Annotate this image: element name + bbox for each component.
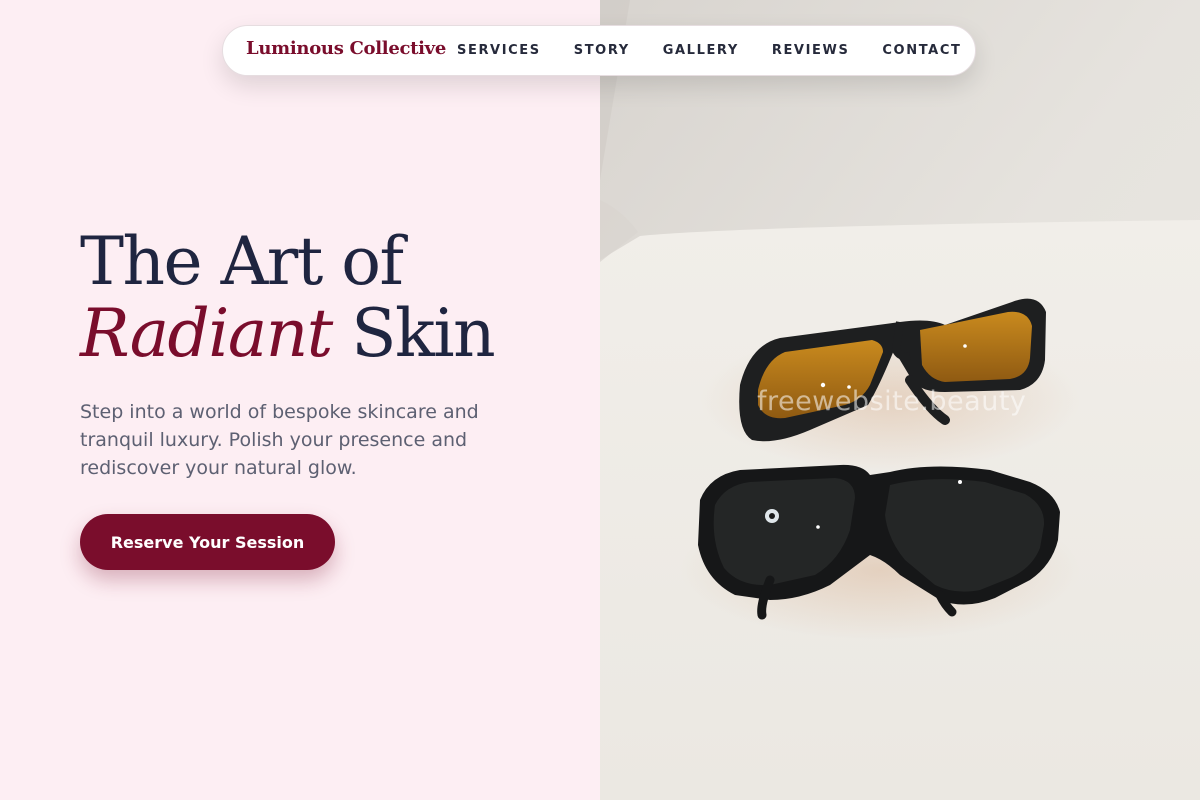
- nav-link-story[interactable]: STORY: [574, 43, 630, 58]
- hero-title-line1: The Art of: [80, 223, 404, 300]
- top-navbar: Luminous Collective SERVICES STORY GALLE…: [222, 25, 976, 76]
- reserve-session-button[interactable]: Reserve Your Session: [80, 514, 335, 570]
- nav-links: SERVICES STORY GALLERY REVIEWS CONTACT: [457, 43, 961, 58]
- brand-logo[interactable]: Luminous Collective: [246, 38, 446, 59]
- nav-link-gallery[interactable]: GALLERY: [663, 43, 739, 58]
- hero-title: The Art of Radiant Skin: [80, 223, 496, 372]
- hero-title-line2-rest: Skin: [331, 295, 495, 372]
- hero-title-accent: Radiant: [80, 295, 333, 372]
- watermark-text: freewebsite.beauty: [757, 386, 1027, 417]
- hero-subtitle: Step into a world of bespoke skincare an…: [80, 401, 479, 479]
- nav-link-contact[interactable]: CONTACT: [882, 43, 961, 58]
- nav-link-reviews[interactable]: REVIEWS: [772, 43, 850, 58]
- nav-link-services[interactable]: SERVICES: [457, 43, 541, 58]
